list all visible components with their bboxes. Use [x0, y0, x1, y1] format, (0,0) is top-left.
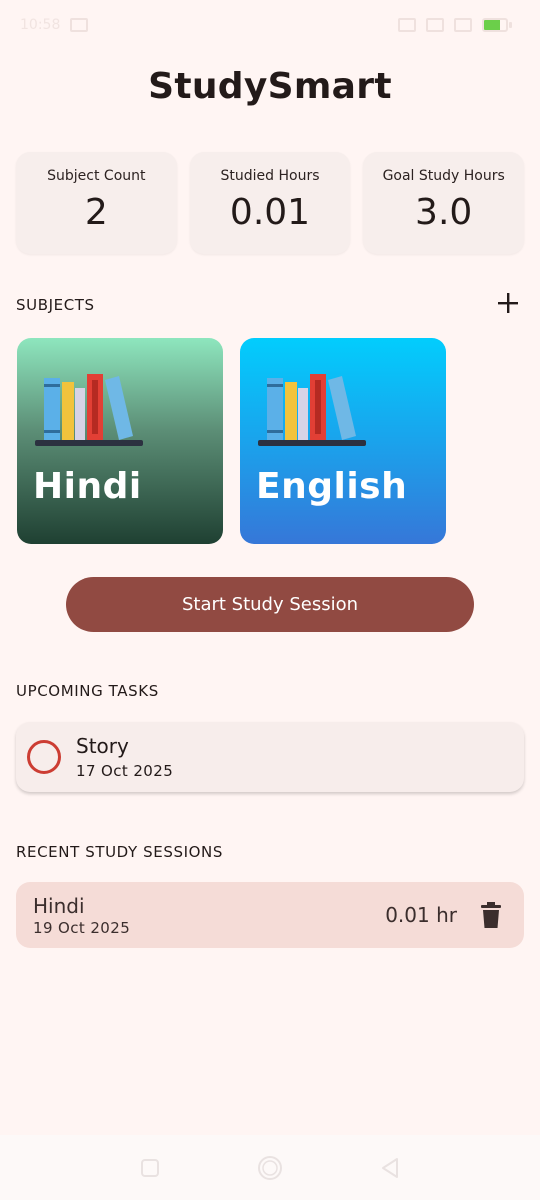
subject-card-hindi[interactable]: Hindi: [17, 338, 223, 544]
start-study-session-button[interactable]: Start Study Session: [66, 577, 474, 632]
battery-icon: [482, 18, 512, 32]
task-complete-checkbox[interactable]: [27, 740, 61, 774]
subject-card-english[interactable]: English: [240, 338, 446, 544]
system-nav-bar: [0, 1135, 540, 1200]
stat-label: Studied Hours: [220, 168, 320, 184]
task-date: 17 Oct 2025: [76, 762, 174, 780]
square-icon: [141, 1158, 159, 1177]
add-subject-button[interactable]: [494, 289, 522, 317]
battery-level: [484, 20, 500, 30]
task-item[interactable]: Story 17 Oct 2025: [16, 722, 524, 792]
session-item: Hindi 19 Oct 2025 0.01 hr: [16, 882, 524, 948]
recents-button[interactable]: [136, 1154, 164, 1182]
notification-icon: [70, 18, 89, 32]
subjects-header: SUBJECTS: [16, 296, 95, 314]
signal-icon: [426, 18, 444, 32]
plus-icon: [498, 293, 518, 313]
circle-icon: [258, 1155, 282, 1180]
stat-label: Goal Study Hours: [382, 168, 505, 184]
stat-card-studied-hours: Studied Hours 0.01: [189, 152, 351, 254]
session-subject: Hindi: [33, 893, 85, 918]
stat-card-goal-hours[interactable]: Goal Study Hours 3.0: [363, 152, 525, 254]
back-button[interactable]: [376, 1154, 404, 1182]
back-triangle-icon: [382, 1157, 398, 1178]
delete-session-button[interactable]: [478, 900, 504, 930]
stat-value: 2: [84, 192, 108, 233]
subject-name: English: [256, 466, 408, 507]
task-title: Story: [76, 734, 129, 758]
trash-icon: [481, 902, 501, 928]
books-icon: [35, 374, 143, 446]
stats-row: Subject Count 2 Studied Hours 0.01 Goal …: [16, 152, 525, 254]
upcoming-tasks-header: UPCOMING TASKS: [16, 682, 159, 700]
session-duration: 0.01 hr: [385, 903, 457, 927]
stat-label: Subject Count: [47, 168, 146, 184]
stat-value: 3.0: [415, 192, 473, 233]
stat-value: 0.01: [229, 192, 311, 233]
status-bar: 10:58: [0, 0, 540, 50]
books-icon: [258, 374, 366, 446]
subject-name: Hindi: [33, 466, 142, 507]
session-date: 19 Oct 2025: [33, 918, 131, 937]
app-title: StudySmart: [148, 66, 392, 107]
wifi-icon: [454, 18, 472, 32]
recent-sessions-header: RECENT STUDY SESSIONS: [16, 843, 223, 861]
sim-icon: [398, 18, 416, 32]
status-time: 10:58: [20, 17, 61, 33]
home-button[interactable]: [256, 1154, 284, 1182]
stat-card-subject-count: Subject Count 2: [16, 152, 177, 254]
